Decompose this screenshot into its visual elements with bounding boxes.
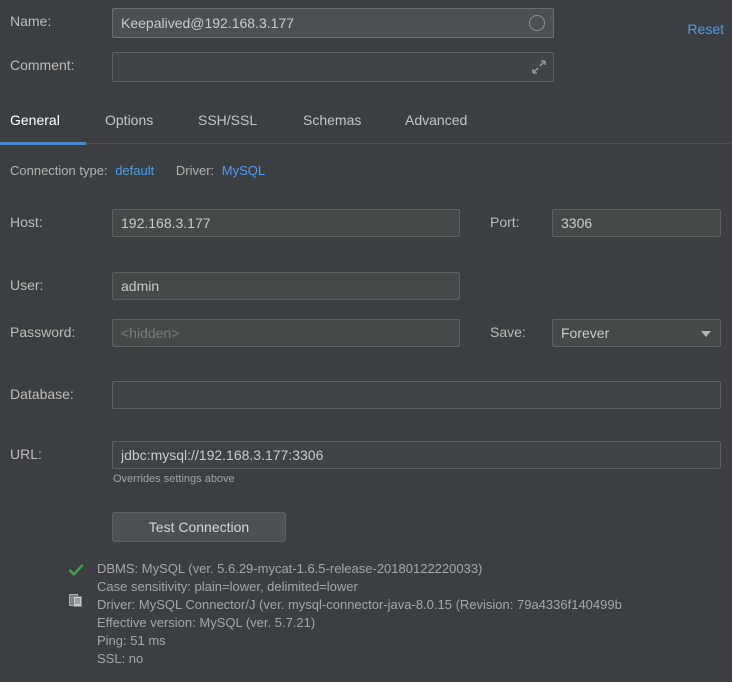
tab-schemas[interactable]: Schemas — [303, 106, 361, 134]
port-label: Port: — [490, 214, 520, 230]
user-input[interactable] — [112, 272, 460, 300]
tab-options[interactable]: Options — [105, 106, 153, 134]
database-label: Database: — [10, 386, 74, 402]
result-line: Case sensitivity: plain=lower, delimited… — [97, 578, 732, 596]
result-line: Driver: MySQL Connector/J (ver. mysql-co… — [97, 596, 732, 614]
user-label: User: — [10, 277, 43, 293]
host-input[interactable] — [112, 209, 460, 237]
connection-info-line: Connection type: default Driver: MySQL — [10, 163, 265, 178]
port-input[interactable] — [552, 209, 721, 237]
driver-value[interactable]: MySQL — [222, 163, 265, 178]
result-line: SSL: no — [97, 650, 732, 668]
reset-button[interactable]: Reset — [687, 21, 724, 37]
result-line: Ping: 51 ms — [97, 632, 732, 650]
name-label: Name: — [10, 13, 51, 29]
copy-icon[interactable] — [68, 592, 84, 608]
comment-row: Comment: — [0, 52, 732, 82]
tab-active-indicator — [0, 142, 86, 145]
tab-bar: General Options SSH/SSL Schemas Advanced — [0, 106, 732, 142]
password-input[interactable] — [112, 319, 460, 347]
expand-diagonal-icon[interactable] — [532, 60, 546, 74]
save-dropdown[interactable]: Forever — [552, 319, 721, 347]
tab-advanced[interactable]: Advanced — [405, 106, 467, 134]
save-dropdown-value: Forever — [561, 325, 609, 341]
database-input[interactable] — [112, 381, 721, 409]
circle-icon[interactable] — [529, 15, 545, 31]
result-line: DBMS: MySQL (ver. 5.6.29-mycat-1.6.5-rel… — [97, 560, 732, 578]
host-label: Host: — [10, 214, 43, 230]
connection-type-value[interactable]: default — [115, 163, 154, 178]
tab-divider — [0, 143, 732, 144]
tab-ssh-ssl[interactable]: SSH/SSL — [198, 106, 257, 134]
chevron-down-icon — [701, 331, 711, 337]
name-field-wrapper — [112, 8, 554, 38]
result-line: Effective version: MySQL (ver. 5.7.21) — [97, 614, 732, 632]
url-input[interactable] — [112, 441, 721, 469]
comment-label: Comment: — [10, 57, 75, 73]
name-row: Name: Reset — [0, 8, 732, 38]
url-label: URL: — [10, 446, 42, 462]
name-input[interactable] — [112, 8, 554, 38]
tab-general[interactable]: General — [10, 106, 60, 134]
test-connection-button[interactable]: Test Connection — [112, 512, 286, 542]
connection-type-label: Connection type: — [10, 163, 108, 178]
comment-field-wrapper — [112, 52, 554, 82]
save-label: Save: — [490, 324, 526, 340]
comment-input[interactable] — [112, 52, 554, 82]
url-hint-text: Overrides settings above — [113, 473, 235, 485]
password-label: Password: — [10, 324, 75, 340]
check-icon — [68, 562, 84, 578]
driver-label: Driver: — [176, 163, 214, 178]
test-result-output: DBMS: MySQL (ver. 5.6.29-mycat-1.6.5-rel… — [97, 560, 732, 668]
